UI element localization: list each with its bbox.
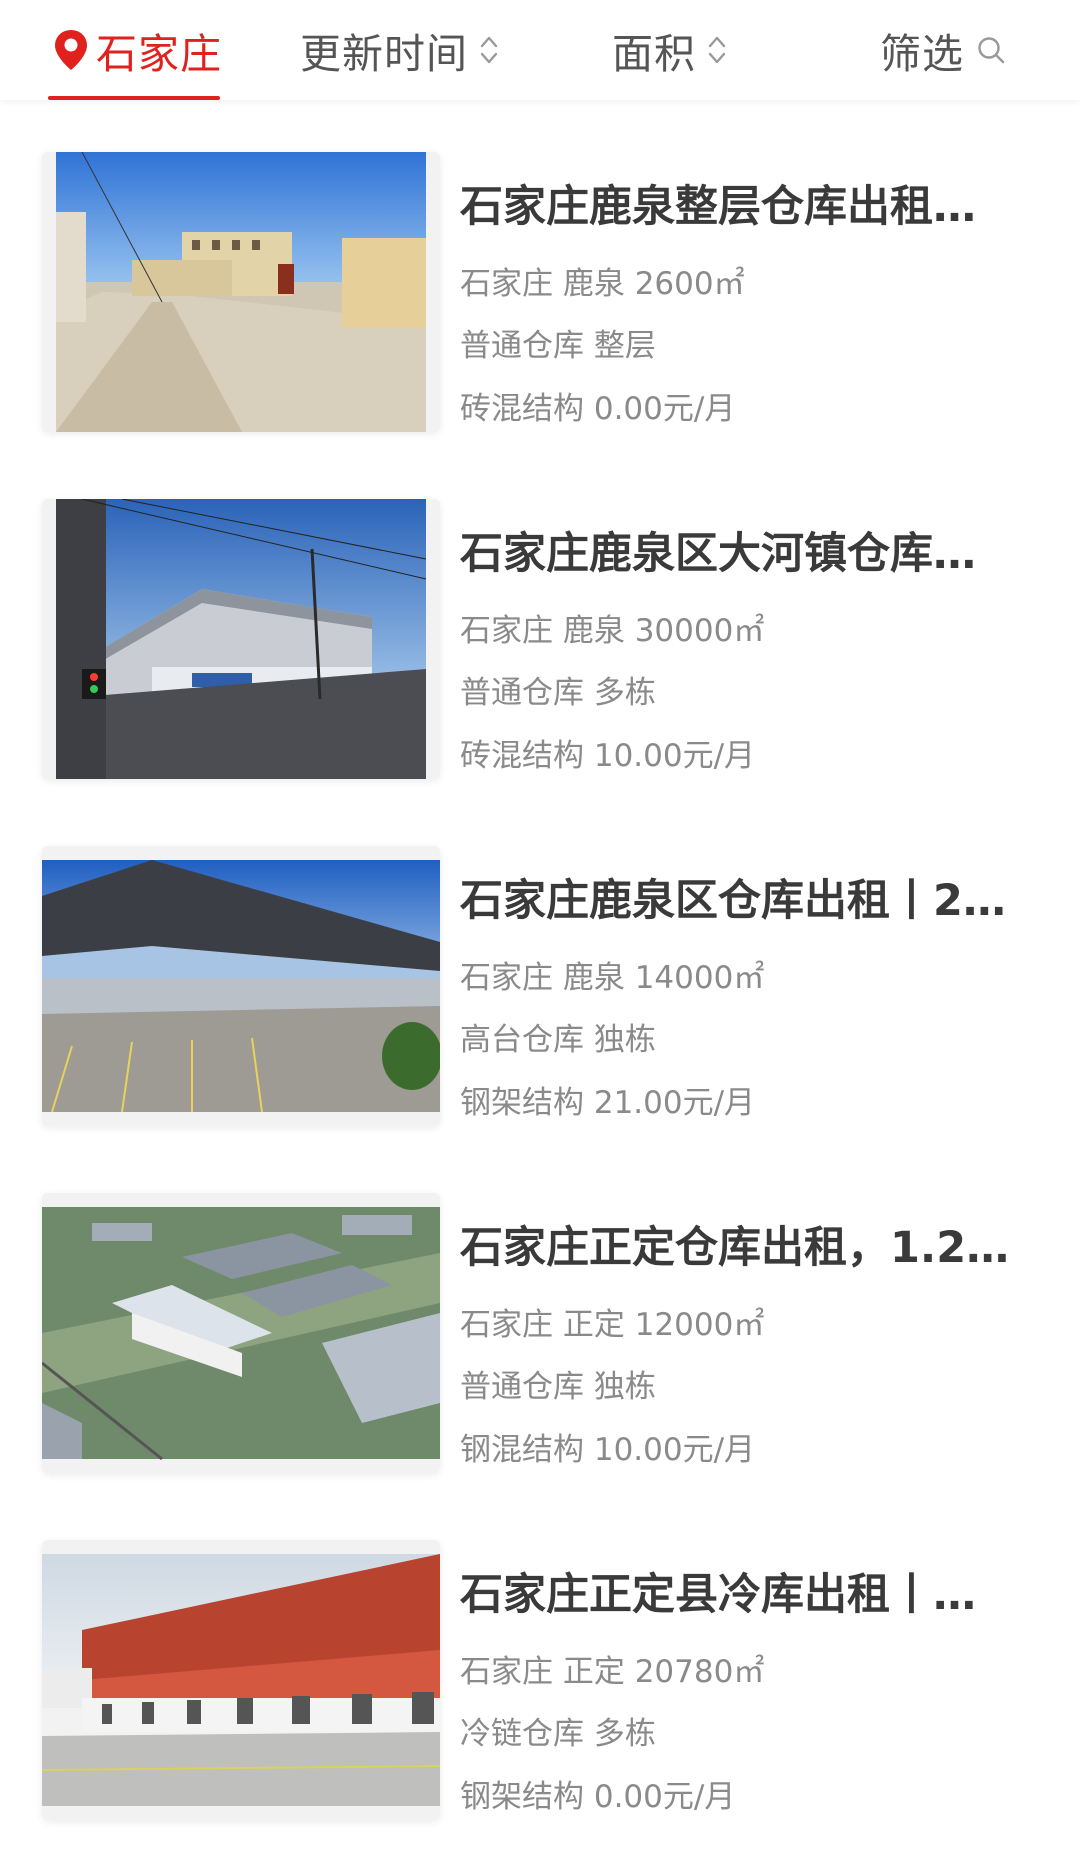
listing-structure-price: 砖混结构 10.00元/月 [460, 738, 756, 774]
listing-location: 石家庄 正定 20780㎡ [460, 1654, 765, 1690]
filter-label: 筛选 [880, 30, 964, 78]
listing-card[interactable]: 石家庄鹿泉区大河镇仓库… 石家庄 鹿泉 30000㎡ 普通仓库 多栋 砖混结构 … [0, 499, 1080, 779]
listing-info: 石家庄鹿泉整层仓库出租… 石家庄 鹿泉 2600㎡ 普通仓库 整层 砖混结构 0… [460, 152, 1040, 432]
listing-page: 石家庄 更新时间 面积 筛选 石家庄鹿泉整层仓库出租… 石家庄 鹿泉 2600㎡… [0, 0, 1080, 1859]
listing-type: 高台仓库 独栋 [460, 1022, 656, 1058]
listing-location: 石家庄 鹿泉 30000㎡ [460, 613, 765, 649]
area-label: 面积 [612, 30, 696, 78]
listing-card[interactable]: 石家庄正定仓库出租，1.2… 石家庄 正定 12000㎡ 普通仓库 独栋 钢混结… [0, 1193, 1080, 1473]
listing-structure-price: 钢混结构 10.00元/月 [460, 1432, 756, 1468]
active-tab-underline [48, 96, 220, 100]
listing-title: 石家庄鹿泉区大河镇仓库… [460, 529, 976, 579]
listing-photo [42, 499, 440, 779]
listing-type: 普通仓库 多栋 [460, 675, 656, 711]
city-selector[interactable]: 石家庄 [52, 0, 222, 100]
city-label: 石家庄 [96, 30, 222, 78]
listing-card[interactable]: 石家庄鹿泉整层仓库出租… 石家庄 鹿泉 2600㎡ 普通仓库 整层 砖混结构 0… [0, 152, 1080, 432]
listing-structure-price: 砖混结构 0.00元/月 [460, 391, 736, 427]
listing-photo [42, 152, 440, 432]
listing-title: 石家庄鹿泉整层仓库出租… [460, 182, 976, 232]
listing-location: 石家庄 鹿泉 2600㎡ [460, 266, 745, 302]
sort-arrows-icon [478, 33, 500, 67]
update-time-label: 更新时间 [300, 30, 468, 78]
listing-structure-price: 钢架结构 21.00元/月 [460, 1085, 756, 1121]
search-icon [976, 35, 1006, 65]
sort-update-time-button[interactable]: 更新时间 [300, 0, 500, 100]
sort-arrows-icon [706, 33, 728, 67]
listing-card[interactable]: 石家庄鹿泉区仓库出租丨2… 石家庄 鹿泉 14000㎡ 高台仓库 独栋 钢架结构… [0, 846, 1080, 1126]
listing-title: 石家庄正定县冷库出租丨… [460, 1570, 976, 1620]
listing-photo [42, 846, 440, 1126]
filter-button[interactable]: 筛选 [880, 0, 1006, 100]
listing-photo [42, 1540, 440, 1820]
sort-area-button[interactable]: 面积 [612, 0, 728, 100]
listing-info: 石家庄鹿泉区仓库出租丨2… 石家庄 鹿泉 14000㎡ 高台仓库 独栋 钢架结构… [460, 846, 1040, 1126]
listing-title: 石家庄鹿泉区仓库出租丨2… [460, 876, 1006, 926]
listing-photo [42, 1193, 440, 1473]
listing-info: 石家庄正定县冷库出租丨… 石家庄 正定 20780㎡ 冷链仓库 多栋 钢架结构 … [460, 1540, 1040, 1820]
listing-location: 石家庄 正定 12000㎡ [460, 1307, 765, 1343]
listing-type: 普通仓库 独栋 [460, 1369, 656, 1405]
listing-title: 石家庄正定仓库出租，1.2… [460, 1223, 1010, 1273]
listing-type: 普通仓库 整层 [460, 328, 656, 364]
listing-card[interactable]: 石家庄正定县冷库出租丨… 石家庄 正定 20780㎡ 冷链仓库 多栋 钢架结构 … [0, 1540, 1080, 1820]
filter-bar: 石家庄 更新时间 面积 筛选 [0, 0, 1080, 100]
listing-structure-price: 钢架结构 0.00元/月 [460, 1779, 736, 1815]
listing-info: 石家庄正定仓库出租，1.2… 石家庄 正定 12000㎡ 普通仓库 独栋 钢混结… [460, 1193, 1040, 1473]
listing-location: 石家庄 鹿泉 14000㎡ [460, 960, 765, 996]
listing-type: 冷链仓库 多栋 [460, 1716, 656, 1752]
location-pin-icon [52, 28, 90, 72]
listing-info: 石家庄鹿泉区大河镇仓库… 石家庄 鹿泉 30000㎡ 普通仓库 多栋 砖混结构 … [460, 499, 1040, 779]
